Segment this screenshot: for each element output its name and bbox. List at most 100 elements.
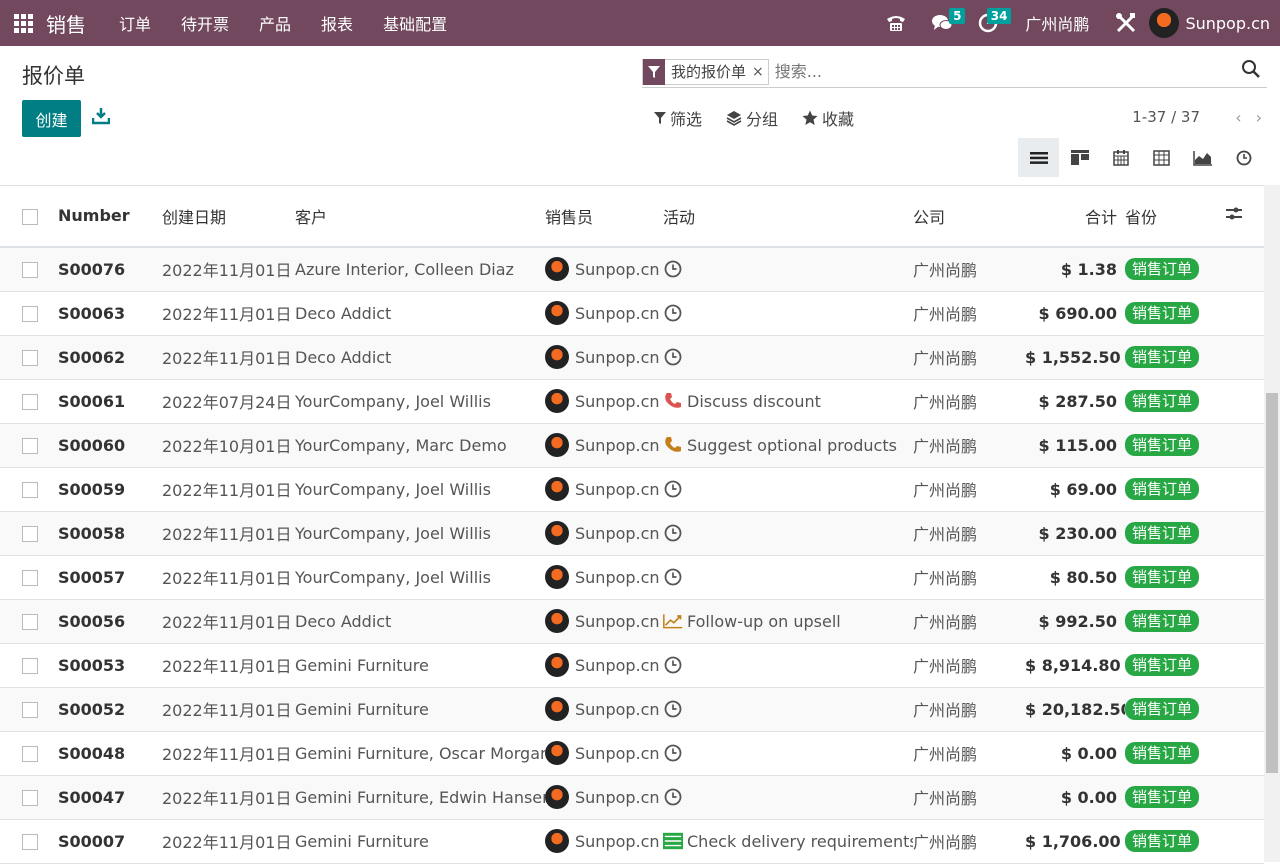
row-checkbox[interactable] — [0, 775, 58, 820]
group-by-button[interactable]: 分组 — [726, 106, 778, 130]
menu-configuration[interactable]: 基础配置 — [368, 11, 462, 35]
table-row[interactable]: S00063 2022年11月01日 Deco Addict Sunpop.cn 广州尚… — [0, 291, 1264, 336]
menu-products[interactable]: 产品 — [244, 11, 306, 35]
clock-icon[interactable] — [663, 787, 683, 807]
row-checkbox[interactable] — [0, 467, 58, 512]
column-activity[interactable]: 活动 — [663, 185, 913, 248]
menu-orders[interactable]: 订单 — [104, 11, 166, 35]
clock-icon[interactable] — [663, 347, 683, 367]
activity-cell[interactable]: Discuss discount — [663, 379, 913, 424]
download-icon[interactable] — [91, 107, 112, 127]
scrollbar[interactable] — [1264, 185, 1280, 862]
column-date[interactable]: 创建日期 — [162, 185, 295, 248]
phone-icon-orange[interactable] — [663, 435, 683, 455]
activity-cell[interactable] — [663, 291, 913, 336]
activity-cell[interactable] — [663, 731, 913, 776]
activity-cell[interactable] — [663, 687, 913, 732]
clock-icon[interactable] — [663, 479, 683, 499]
clock-icon[interactable] — [663, 567, 683, 587]
activity-cell[interactable] — [663, 467, 913, 512]
list-view-icon[interactable] — [1018, 138, 1059, 177]
clock-icon[interactable] — [663, 699, 683, 719]
activity-cell[interactable] — [663, 775, 913, 820]
row-checkbox[interactable] — [0, 291, 58, 336]
table-row[interactable]: S00076 2022年11月01日 Azure Interior, Colleen… — [0, 247, 1264, 292]
phone-icon[interactable] — [873, 0, 919, 46]
search-icon[interactable] — [1241, 59, 1265, 83]
row-checkbox[interactable] — [0, 511, 58, 556]
table-row[interactable]: S00059 2022年11月01日 YourCompany, Joel Willi… — [0, 467, 1264, 512]
company-name: 广州尚鹏 — [913, 467, 1025, 512]
app-menu-icon[interactable] — [0, 0, 46, 46]
chart-icon[interactable] — [663, 611, 683, 631]
table-row[interactable]: S00047 2022年11月01日 Gemini Furniture, Edwin… — [0, 775, 1264, 820]
menu-reporting[interactable]: 报表 — [306, 11, 368, 35]
row-checkbox[interactable] — [0, 819, 58, 864]
clock-icon[interactable] — [663, 655, 683, 675]
column-total[interactable]: 合计 — [1025, 185, 1125, 248]
activities-icon[interactable]: 34 — [965, 0, 1012, 46]
menu-to-invoice[interactable]: 待开票 — [166, 11, 244, 35]
activity-cell[interactable] — [663, 555, 913, 600]
column-province[interactable]: 省份 — [1125, 185, 1225, 248]
activity-cell[interactable]: Check delivery requirements — [663, 819, 913, 864]
pager-next-icon[interactable]: › — [1256, 108, 1262, 127]
activity-cell[interactable]: Follow-up on upsell — [663, 599, 913, 644]
graph-view-icon[interactable] — [1182, 138, 1223, 177]
column-company[interactable]: 公司 — [913, 185, 1025, 248]
messages-icon[interactable]: 5 — [919, 0, 966, 46]
table-row[interactable]: S00007 2022年11月01日 Gemini Furniture Sunpop.… — [0, 819, 1264, 864]
pivot-view-icon[interactable] — [1141, 138, 1182, 177]
row-checkbox[interactable] — [0, 555, 58, 600]
search-input[interactable] — [774, 62, 1267, 81]
column-salesperson[interactable]: 销售员 — [545, 185, 663, 248]
table-row[interactable]: S00048 2022年11月01日 Gemini Furniture, Oscar… — [0, 731, 1264, 776]
activity-view-icon[interactable] — [1223, 138, 1264, 177]
activity-cell[interactable] — [663, 247, 913, 292]
filter-button[interactable]: 筛选 — [654, 106, 702, 130]
optional-columns-icon[interactable] — [1225, 185, 1264, 248]
calendar-view-icon[interactable] — [1100, 138, 1141, 177]
column-number[interactable]: Number — [58, 185, 162, 248]
activity-cell[interactable] — [663, 511, 913, 556]
pager-previous-icon[interactable]: ‹ — [1235, 108, 1241, 127]
clock-icon[interactable] — [663, 303, 683, 323]
row-checkbox[interactable] — [0, 247, 58, 292]
row-checkbox[interactable] — [0, 731, 58, 776]
activity-cell[interactable] — [663, 643, 913, 688]
table-row[interactable]: S00053 2022年11月01日 Gemini Furniture Sunpop.… — [0, 643, 1264, 688]
list-icon[interactable] — [663, 831, 683, 851]
table-row[interactable]: S00056 2022年11月01日 Deco Addict Sunpop.cn Fol… — [0, 599, 1264, 644]
clock-icon[interactable] — [663, 743, 683, 763]
table-row[interactable]: S00057 2022年11月01日 YourCompany, Joel Willi… — [0, 555, 1264, 600]
activity-cell[interactable]: Suggest optional products — [663, 423, 913, 468]
clock-icon[interactable] — [663, 523, 683, 543]
salesperson-cell: Sunpop.cn — [545, 467, 663, 512]
tools-icon[interactable] — [1103, 0, 1149, 46]
company-switcher[interactable]: 广州尚鹏 — [1011, 11, 1103, 35]
activity-cell[interactable] — [663, 335, 913, 380]
row-checkbox[interactable] — [0, 643, 58, 688]
table-row[interactable]: S00061 2022年07月24日 YourCompany, Joel Willi… — [0, 379, 1264, 424]
row-checkbox[interactable] — [0, 599, 58, 644]
column-customer[interactable]: 客户 — [295, 185, 545, 248]
favorites-button[interactable]: 收藏 — [802, 106, 854, 130]
row-checkbox[interactable] — [0, 335, 58, 380]
table-row[interactable]: S00058 2022年11月01日 YourCompany, Joel Willi… — [0, 511, 1264, 556]
scrollbar-thumb[interactable] — [1266, 393, 1278, 773]
facet-close-icon[interactable]: × — [752, 64, 768, 80]
select-all-checkbox[interactable] — [0, 185, 58, 248]
clock-icon[interactable] — [663, 259, 683, 279]
create-button[interactable]: 创建 — [22, 100, 81, 137]
table-row[interactable]: S00052 2022年11月01日 Gemini Furniture Sunpop.… — [0, 687, 1264, 732]
phone-icon-red[interactable] — [663, 391, 683, 411]
table-row[interactable]: S00062 2022年11月01日 Deco Addict Sunpop.cn 广州尚… — [0, 335, 1264, 380]
row-checkbox[interactable] — [0, 687, 58, 732]
app-name[interactable]: 销售 — [46, 9, 86, 38]
row-checkbox[interactable] — [0, 379, 58, 424]
row-checkbox[interactable] — [0, 423, 58, 468]
table-row[interactable]: S00060 2022年10月01日 YourCompany, Marc Demo S… — [0, 423, 1264, 468]
pager-value[interactable]: 1-37 / 37 — [1132, 108, 1200, 126]
kanban-view-icon[interactable] — [1059, 138, 1100, 177]
user-menu[interactable]: Sunpop.cn — [1149, 8, 1280, 38]
